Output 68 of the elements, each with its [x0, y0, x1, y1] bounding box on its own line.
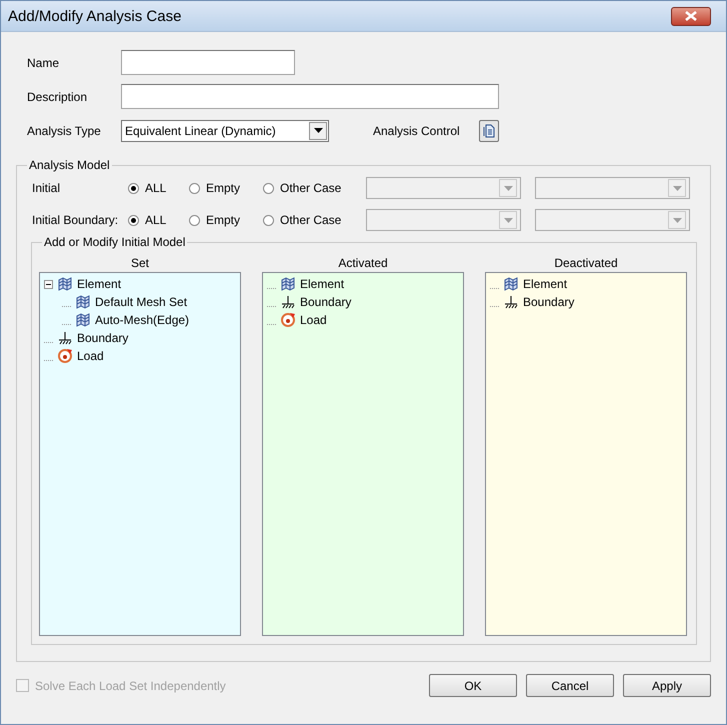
mesh-icon — [503, 276, 519, 292]
option-label: Initial Boundary: — [32, 213, 120, 227]
ground-support-icon — [57, 330, 73, 346]
name-field[interactable] — [121, 50, 295, 75]
description-field[interactable] — [121, 84, 499, 109]
radio-label: ALL — [145, 213, 166, 227]
radio-label: Empty — [206, 181, 240, 195]
load-circle-icon — [280, 312, 296, 328]
radio-button[interactable] — [128, 182, 139, 194]
field-label: Analysis Control — [373, 124, 461, 138]
dialog-button[interactable]: Apply — [623, 674, 711, 697]
radio-label: Other Case — [280, 213, 342, 227]
field-label: Analysis Type — [27, 124, 102, 138]
caret-down-icon — [672, 186, 682, 190]
window-title: Add/Modify Analysis Case — [8, 8, 182, 24]
collapse-toggle[interactable] — [44, 280, 53, 288]
case-dropdown[interactable] — [366, 209, 521, 231]
tree-item[interactable]: Boundary — [523, 295, 574, 309]
case-dropdown[interactable] — [535, 209, 690, 231]
radio-label: Other Case — [280, 181, 342, 195]
mesh-icon — [75, 312, 91, 328]
radio-button[interactable] — [189, 182, 200, 194]
document-icon — [483, 124, 495, 138]
field-label: Name — [27, 56, 60, 70]
column-title: Set — [130, 256, 149, 272]
caret-down-icon — [314, 128, 322, 133]
group-title: Add or Modify Initial Model — [42, 235, 188, 249]
ground-support-icon — [280, 294, 296, 310]
tree-item[interactable]: Load — [300, 313, 327, 327]
caret-down-icon — [672, 218, 682, 222]
tree-item[interactable]: Load — [77, 349, 104, 363]
group-title: Analysis Model — [27, 158, 112, 172]
radio-button[interactable] — [189, 214, 200, 226]
column-title: Activated — [338, 256, 388, 272]
radio-button[interactable] — [128, 214, 139, 226]
caret-down-icon — [504, 186, 512, 190]
tree-item[interactable]: Element — [523, 277, 568, 291]
mesh-icon — [280, 276, 296, 292]
close-button[interactable] — [671, 6, 711, 26]
radio-label: ALL — [145, 181, 166, 195]
tree-panel[interactable]: Element Boundary Load — [262, 272, 464, 636]
tree-item[interactable]: Element — [300, 277, 344, 291]
dialog-button[interactable]: Cancel — [526, 674, 614, 697]
tree-item[interactable]: Boundary — [300, 295, 352, 309]
radio-button[interactable] — [263, 182, 274, 194]
tree-panel[interactable]: Element Boundary — [485, 272, 687, 636]
option-label: Initial — [32, 181, 62, 195]
column-title: Deactivated — [554, 256, 618, 272]
tree-item[interactable]: Default Mesh Set — [95, 295, 188, 309]
analysis-type-dropdown[interactable]: Equivalent Linear (Dynamic) — [121, 120, 329, 142]
field-label: Description — [27, 90, 88, 104]
load-circle-icon — [57, 348, 73, 364]
radio-button[interactable] — [263, 214, 274, 226]
checkbox-label: Solve Each Load Set Independently — [35, 678, 226, 692]
tree-item[interactable]: Element — [77, 277, 122, 291]
mesh-icon — [57, 276, 73, 292]
radio-label: Empty — [206, 213, 240, 227]
case-dropdown[interactable] — [535, 177, 690, 199]
tree-panel[interactable]: Element Default Mesh Set Auto-Mesh(Edge) Boundary Load — [39, 272, 241, 636]
caret-down-icon — [504, 218, 512, 222]
tree-item[interactable]: Boundary — [77, 331, 128, 345]
ground-support-icon — [503, 294, 519, 310]
case-dropdown[interactable] — [366, 177, 521, 199]
close-icon — [685, 11, 697, 21]
dialog-button[interactable]: OK — [429, 674, 517, 697]
mesh-icon — [75, 294, 91, 310]
tree-item[interactable]: Auto-Mesh(Edge) — [95, 313, 190, 327]
analysis-control-button[interactable] — [479, 120, 499, 142]
